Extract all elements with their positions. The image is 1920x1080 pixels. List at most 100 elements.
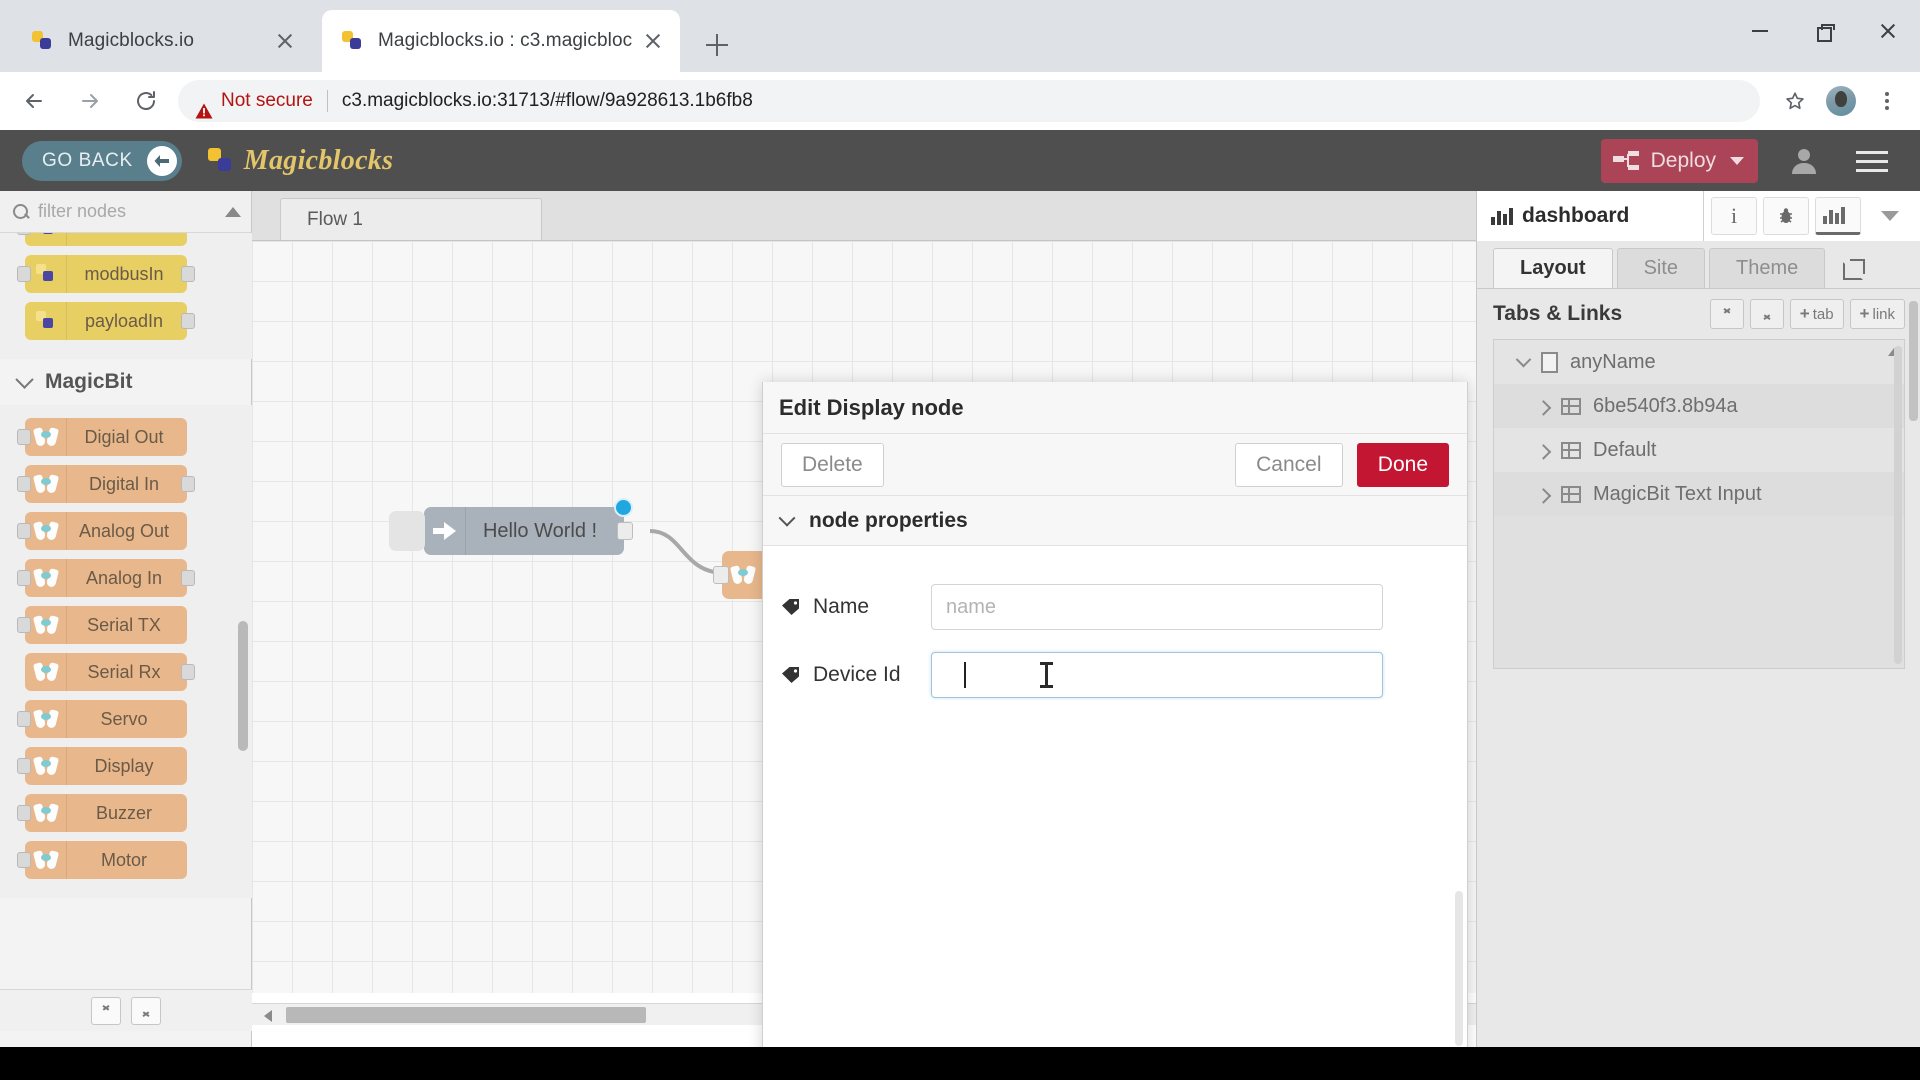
url-text: c3.magicblocks.io:31713/#flow/9a928613.1… xyxy=(341,90,753,111)
tag-icon xyxy=(781,598,801,616)
add-link-button[interactable]: + link xyxy=(1849,299,1905,329)
name-field-label: Name xyxy=(781,595,931,619)
device-id-input[interactable] xyxy=(931,652,1383,698)
palette-node-digial-out[interactable]: Digial Out xyxy=(17,418,187,456)
move-up-button[interactable] xyxy=(1709,299,1744,329)
chevron-down-icon xyxy=(778,509,796,527)
address-bar[interactable]: Not secure c3.magicblocks.io:31713/#flow… xyxy=(178,80,1760,122)
palette-node-modbusin[interactable]: modbusIn xyxy=(17,255,195,293)
palette-node-serial-tx[interactable]: Serial TX xyxy=(17,606,187,644)
debug-bug-icon[interactable] xyxy=(1763,197,1809,235)
tree-item-anyname[interactable]: anyName xyxy=(1494,340,1904,384)
profile-avatar[interactable] xyxy=(1818,78,1864,124)
workspace: filter nodes modbusOut modbusIn xyxy=(0,191,1920,1080)
dropdown-caret-icon[interactable] xyxy=(1867,197,1913,235)
chevron-right-icon[interactable] xyxy=(1535,399,1552,416)
name-input[interactable] xyxy=(931,584,1383,630)
magicbit-icon xyxy=(25,841,67,879)
dialog-vertical-scrollbar[interactable] xyxy=(1455,891,1463,1046)
info-icon[interactable]: i xyxy=(1711,197,1757,235)
palette-scroll-up-arrow[interactable] xyxy=(225,207,241,217)
browser-tab-strip: Magicblocks.io Magicblocks.io : c3.magic… xyxy=(0,0,1920,72)
back-circle-icon xyxy=(146,145,177,176)
palette-node-serial-rx[interactable]: Serial Rx xyxy=(25,653,195,691)
taskbar xyxy=(0,1047,1920,1080)
node-input-port xyxy=(17,805,31,821)
cancel-button[interactable]: Cancel xyxy=(1234,442,1343,487)
user-icon[interactable] xyxy=(1782,139,1826,183)
tab-theme[interactable]: Theme xyxy=(1709,248,1826,288)
palette-node-digital-in[interactable]: Digital In xyxy=(17,465,195,503)
flow-tab-1[interactable]: Flow 1 xyxy=(280,198,542,240)
delete-button[interactable]: Delete xyxy=(781,442,884,487)
palette-node-servo[interactable]: Servo xyxy=(17,700,187,738)
collapse-all-icon[interactable] xyxy=(91,996,121,1025)
external-link-icon[interactable] xyxy=(1843,258,1866,280)
canvas-hscroll-thumb[interactable] xyxy=(286,1007,646,1023)
filter-nodes-field[interactable]: filter nodes xyxy=(0,191,251,233)
tree-item-default[interactable]: Default xyxy=(1494,428,1904,472)
palette-node-analog-out[interactable]: Analog Out xyxy=(17,512,187,550)
chevron-right-icon[interactable] xyxy=(1535,487,1552,504)
tab-dashboard[interactable]: dashboard xyxy=(1477,191,1704,241)
dashboard-tab-label: dashboard xyxy=(1522,204,1630,227)
magicbit-icon xyxy=(25,559,67,597)
palette-node-modbusout[interactable]: modbusOut xyxy=(17,233,187,246)
palette-node-payloadin[interactable]: payloadIn xyxy=(25,302,195,340)
palette-group-header-magicbit[interactable]: MagicBit xyxy=(0,359,252,405)
reload-icon[interactable] xyxy=(124,79,168,123)
palette-node-label: Digital In xyxy=(88,473,160,494)
forward-arrow-icon[interactable] xyxy=(68,79,112,123)
tree-scrollbar[interactable] xyxy=(1894,346,1902,664)
chrome-menu-icon[interactable] xyxy=(1864,78,1910,124)
node-properties-section-header[interactable]: node properties xyxy=(763,496,1467,546)
tree-item-6be540f3[interactable]: 6be540f3.8b94a xyxy=(1494,384,1904,428)
tabs-links-tree[interactable]: anyName 6be540f3.8b94a Default MagicBit … xyxy=(1493,339,1905,669)
node-input-port xyxy=(17,476,31,492)
close-window-button[interactable] xyxy=(1856,0,1920,62)
filter-nodes-placeholder: filter nodes xyxy=(38,201,127,221)
add-tab-button[interactable]: + tab xyxy=(1789,299,1844,329)
hamburger-menu-icon[interactable] xyxy=(1852,146,1892,176)
scroll-left-arrow-icon[interactable] xyxy=(264,1010,272,1022)
dashboard-panel-scrollbar-thumb[interactable] xyxy=(1909,301,1918,421)
dashboard-sub-tabs: Layout Site Theme xyxy=(1477,241,1920,289)
node-input-port xyxy=(17,711,31,727)
maximize-button[interactable] xyxy=(1792,0,1856,62)
chevron-down-icon[interactable] xyxy=(1730,156,1744,165)
browser-tab-0[interactable]: Magicblocks.io xyxy=(12,10,312,72)
new-tab-button[interactable] xyxy=(700,28,734,62)
node-input-port xyxy=(17,852,31,868)
palette-node-analog-in[interactable]: Analog In xyxy=(17,559,195,597)
dashboard-panel-body: Layout Site Theme Tabs & Links + tab + lin… xyxy=(1477,241,1920,1047)
palette-node-buzzer[interactable]: Buzzer xyxy=(17,794,187,832)
chevron-right-icon[interactable] xyxy=(1535,443,1552,460)
palette-scroll-area[interactable]: modbusOut modbusIn payloadIn xyxy=(0,233,252,1005)
node-output-port xyxy=(181,570,195,586)
tab-layout[interactable]: Layout xyxy=(1493,248,1613,288)
flow-node-hello-world[interactable]: Hello World ! xyxy=(389,498,633,555)
deploy-button[interactable]: Deploy xyxy=(1600,138,1758,183)
chevron-down-icon xyxy=(15,369,34,389)
node-input-port xyxy=(713,566,729,584)
magicbit-icon xyxy=(25,700,67,738)
tree-item-magicbit-text-input[interactable]: MagicBit Text Input xyxy=(1494,472,1904,516)
palette-node-motor[interactable]: Motor xyxy=(17,841,187,879)
browser-tab-1[interactable]: Magicblocks.io : c3.magicblocks. xyxy=(322,10,680,72)
minimize-button[interactable] xyxy=(1728,0,1792,62)
chevron-down-icon[interactable] xyxy=(1515,351,1532,367)
tab-site[interactable]: Site xyxy=(1616,248,1706,288)
close-icon[interactable] xyxy=(272,28,298,54)
done-button[interactable]: Done xyxy=(1356,442,1449,487)
go-back-button[interactable]: GO BACK xyxy=(22,140,182,181)
node-output-port xyxy=(181,266,195,282)
expand-all-icon[interactable] xyxy=(131,996,161,1025)
dashboard-chart-icon[interactable] xyxy=(1815,197,1861,235)
move-down-button[interactable] xyxy=(1749,299,1784,329)
bookmark-star-icon[interactable] xyxy=(1772,78,1818,124)
palette-node-label: Display xyxy=(94,755,154,776)
back-arrow-icon[interactable] xyxy=(12,79,56,123)
palette-scrollbar-thumb[interactable] xyxy=(238,621,248,751)
palette-node-display[interactable]: Display xyxy=(17,747,187,785)
close-icon[interactable] xyxy=(640,28,666,54)
